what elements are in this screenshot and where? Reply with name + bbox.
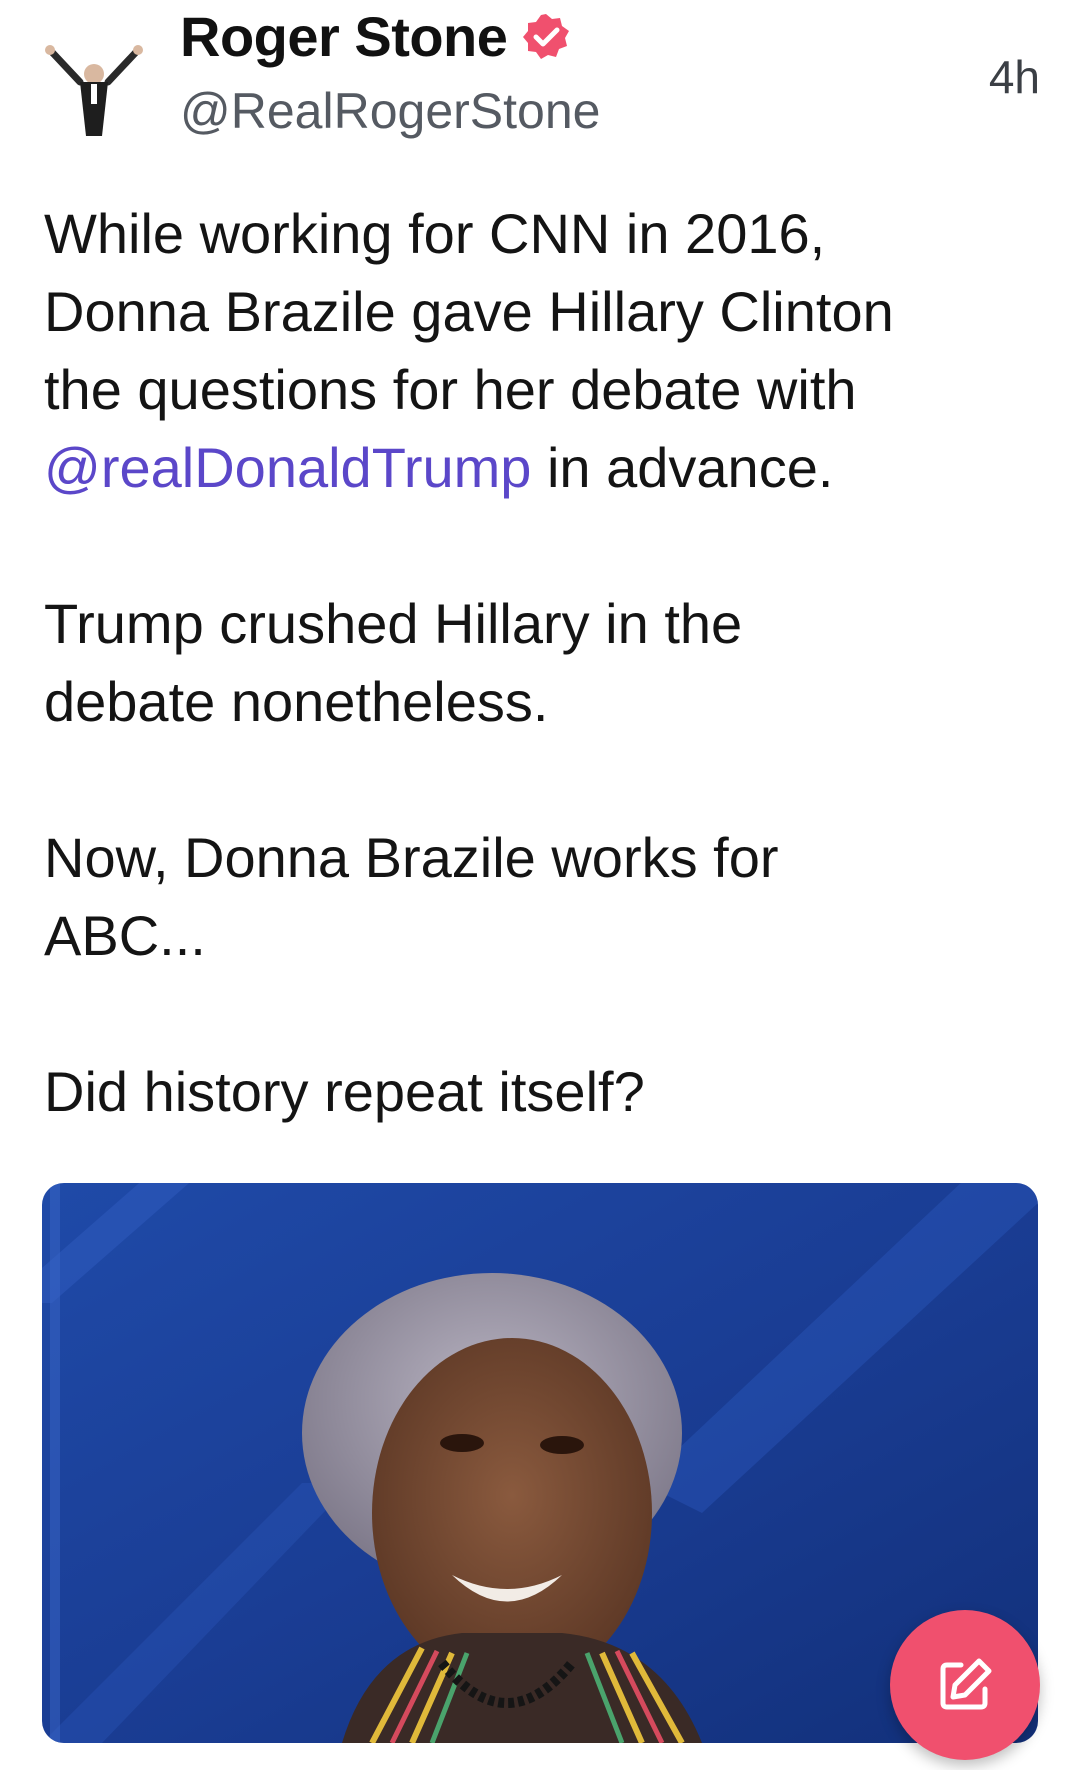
post-paragraph-1: While working for CNN in 2016, Donna Bra… xyxy=(44,195,1044,507)
compose-icon xyxy=(940,1658,992,1710)
post-body: While working for CNN in 2016, Donna Bra… xyxy=(44,195,1044,1209)
post-paragraph-4: Did history repeat itself? xyxy=(44,1060,645,1123)
author-handle[interactable]: @RealRogerStone xyxy=(180,82,600,140)
post-image[interactable] xyxy=(42,1183,1038,1743)
mention-link[interactable]: @realDonaldTrump xyxy=(44,436,531,499)
verified-badge-icon xyxy=(523,13,570,59)
post-paragraph-3: Now, Donna Brazile works for ABC... xyxy=(44,826,779,967)
post-paragraph-2: Trump crushed Hillary in the debate none… xyxy=(44,592,743,733)
author-name-label: Roger Stone xyxy=(180,5,508,68)
post-timestamp[interactable]: 4h xyxy=(989,50,1040,104)
post-header: Roger Stone @RealRogerStone 4h xyxy=(0,0,1080,160)
news-photo xyxy=(42,1183,1038,1743)
author-name[interactable]: Roger Stone xyxy=(180,4,571,69)
avatar[interactable] xyxy=(40,40,150,140)
post-text: While working for CNN in 2016, Donna Bra… xyxy=(44,202,894,421)
post-text: in advance. xyxy=(531,436,834,499)
compose-button[interactable] xyxy=(890,1610,1040,1760)
